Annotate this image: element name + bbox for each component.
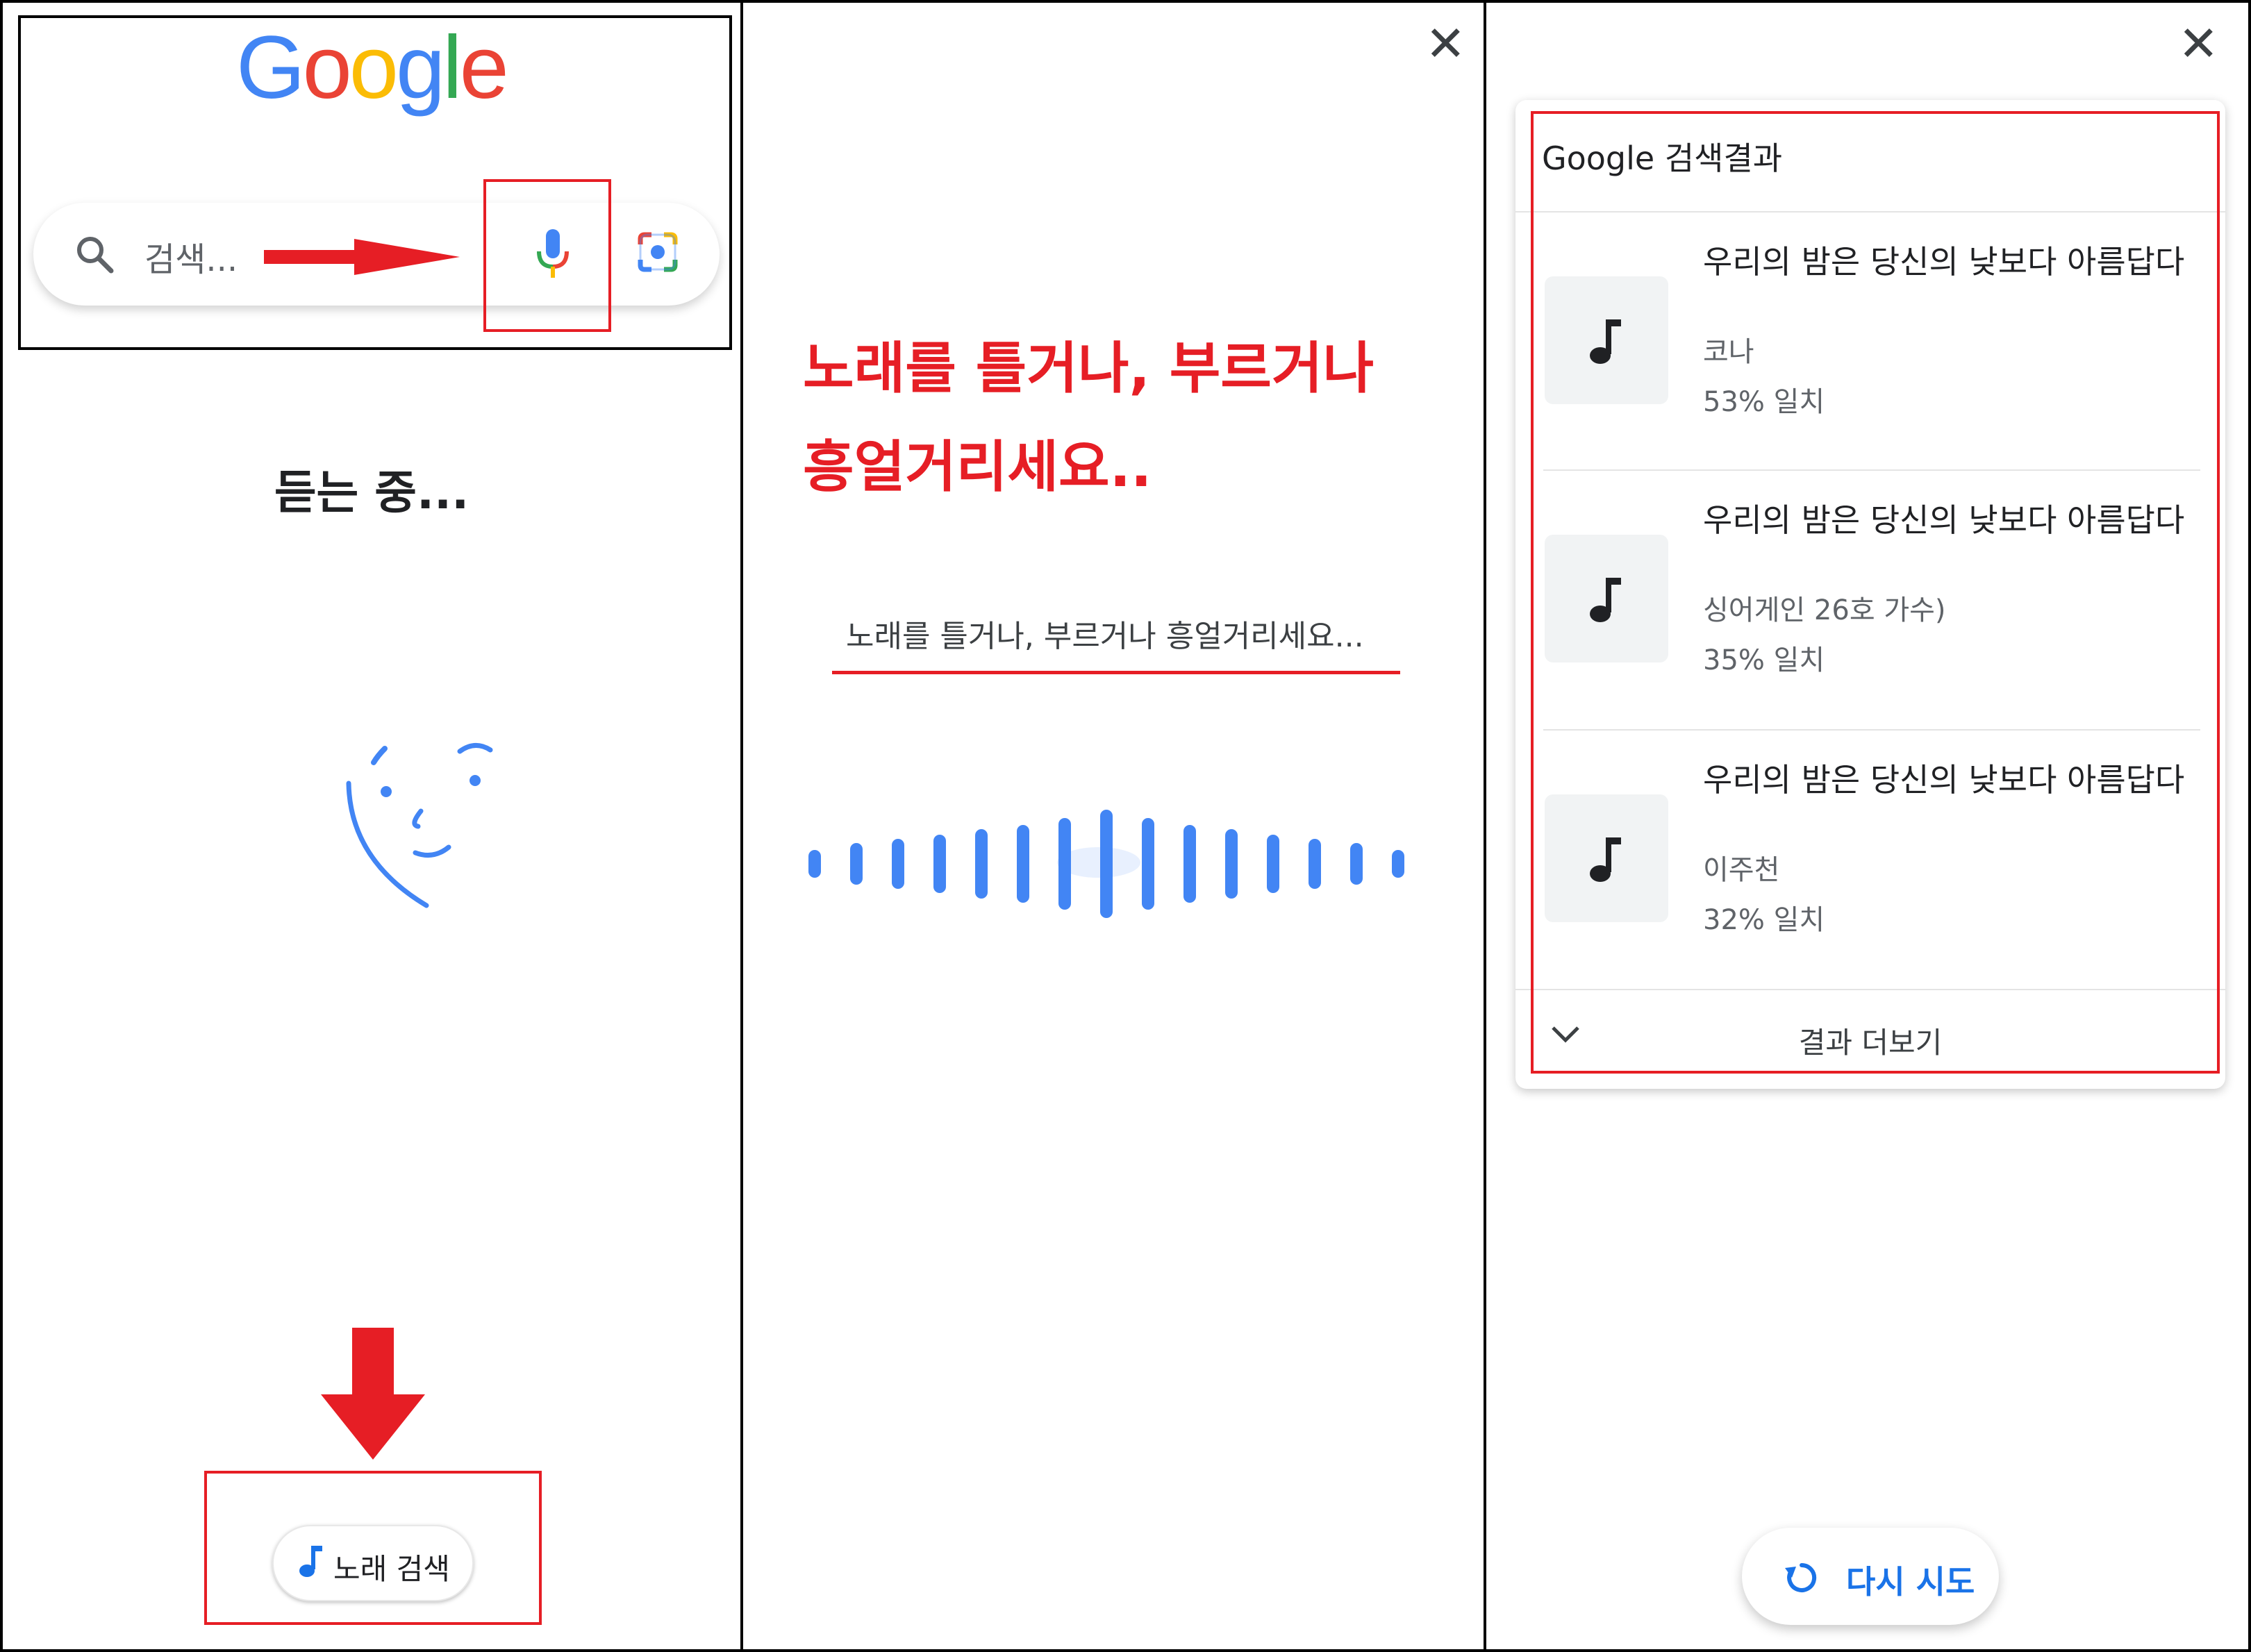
song-search-label: 노래 검색 <box>333 1552 450 1586</box>
sound-wave-icon <box>808 810 1420 924</box>
refresh-icon <box>1782 1558 1821 1600</box>
song-search-button[interactable]: 노래 검색 <box>272 1525 474 1601</box>
panel-search-home: Google 검색... 듣는 중... 노래 검색 <box>3 0 740 1652</box>
panel-results: ✕ Google 검색결과 우리의 밤은 당신의 낮보다 아름답다 코나 53%… <box>1486 0 2248 1652</box>
retry-button[interactable]: 다시 시도 <box>1742 1528 1999 1625</box>
music-note-icon <box>297 1543 325 1582</box>
humming-face-icon <box>343 735 503 918</box>
listening-status: 듣는 중... <box>274 466 470 519</box>
close-icon[interactable]: ✕ <box>1425 19 1466 68</box>
annotation-prompt-line2: 흥얼거리세요.. <box>803 435 1152 499</box>
annotation-arrow-down-icon <box>321 1328 425 1462</box>
annotation-underline <box>832 671 1400 674</box>
annotation-box-mic <box>483 179 611 332</box>
panel-listening: ✕ 노래를 틀거나, 부르거나 흥얼거리세요.. 노래를 틀거나, 부르거나 흥… <box>743 0 1484 1652</box>
close-icon[interactable]: ✕ <box>2178 19 2219 68</box>
prompt-text: 노래를 틀거나, 부르거나 흥얼거리세요... <box>846 619 1364 654</box>
annotation-prompt-line1: 노래를 틀거나, 부르거나 <box>803 336 1374 401</box>
retry-label: 다시 시도 <box>1846 1563 1975 1601</box>
annotation-box-search <box>18 15 732 350</box>
annotation-box-results <box>1531 111 2220 1074</box>
annotation-arrow-right-icon <box>264 235 460 282</box>
